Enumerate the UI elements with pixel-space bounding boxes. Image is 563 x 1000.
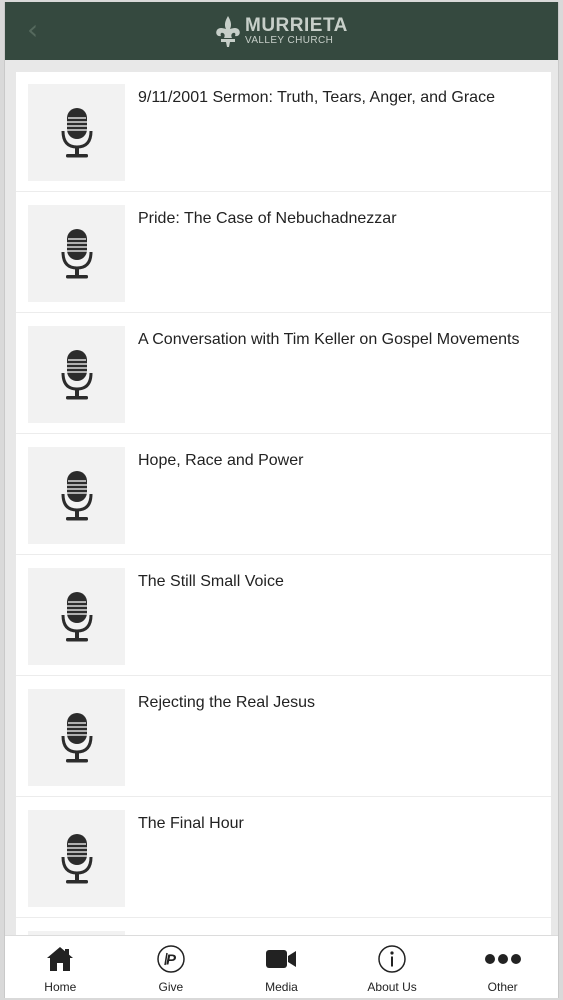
app-frame: ‹ MURRIETA VALLEY CHURCH 9/11/2001 Sermo…: [4, 2, 559, 998]
info-icon: [377, 944, 407, 974]
tab-other[interactable]: Other: [447, 936, 558, 998]
give-icon: P: [156, 944, 186, 974]
home-icon: [46, 944, 74, 974]
microphone-icon: [61, 228, 92, 278]
microphone-icon: [61, 591, 92, 641]
thumbnail: [28, 447, 125, 544]
list-item[interactable]: Hope, Race and Power: [16, 435, 551, 555]
list-item[interactable]: Rejecting the Real Jesus: [16, 677, 551, 797]
list-item[interactable]: A Conversation with Tim Keller on Gospel…: [16, 314, 551, 434]
tab-media[interactable]: Media: [226, 936, 337, 998]
microphone-icon: [61, 833, 92, 883]
thumbnail: [28, 568, 125, 665]
tab-label: Home: [44, 980, 77, 994]
thumbnail: [28, 84, 125, 181]
microphone-icon: [61, 107, 92, 157]
thumbnail: [28, 205, 125, 302]
tab-label: Give: [158, 980, 184, 994]
fleur-de-lis-icon: [216, 16, 240, 47]
list-item[interactable]: Pride: The Case of Nebuchadnezzar: [16, 193, 551, 313]
app-header: ‹ MURRIETA VALLEY CHURCH: [5, 2, 558, 60]
list-item[interactable]: The Final Hour: [16, 798, 551, 918]
thumbnail: [28, 810, 125, 907]
media-list: 9/11/2001 Sermon: Truth, Tears, Anger, a…: [16, 72, 551, 937]
tab-home[interactable]: Home: [5, 936, 116, 998]
item-title: The Final Hour: [138, 815, 244, 832]
item-title: 9/11/2001 Sermon: Truth, Tears, Anger, a…: [138, 89, 495, 106]
list-item[interactable]: 9/11/2001 Sermon: Truth, Tears, Anger, a…: [16, 72, 551, 192]
more-dots-icon: [484, 944, 522, 974]
thumbnail: [28, 689, 125, 786]
church-logo: MURRIETA VALLEY CHURCH: [213, 11, 355, 51]
list-item[interactable]: The Still Small Voice: [16, 556, 551, 676]
bottom-tab-bar: Home P Give Media About Us Other: [5, 935, 558, 998]
tab-give[interactable]: P Give: [116, 936, 227, 998]
thumbnail: [28, 326, 125, 423]
svg-text:P: P: [166, 952, 177, 969]
tab-label: Media: [265, 980, 298, 994]
tab-label: About Us: [367, 980, 417, 994]
video-camera-icon: [265, 944, 297, 974]
item-title: Hope, Race and Power: [138, 452, 304, 469]
item-title: The Still Small Voice: [138, 573, 284, 590]
microphone-icon: [61, 712, 92, 762]
item-title: Rejecting the Real Jesus: [138, 694, 315, 711]
item-title: Pride: The Case of Nebuchadnezzar: [138, 210, 397, 227]
tab-about-us[interactable]: About Us: [337, 936, 448, 998]
chevron-left-icon[interactable]: ‹: [27, 16, 51, 44]
logo-main-text: MURRIETA: [245, 15, 348, 36]
microphone-icon: [61, 470, 92, 520]
logo-sub-text: VALLEY CHURCH: [245, 35, 334, 46]
microphone-icon: [61, 349, 92, 399]
tab-label: Other: [487, 980, 518, 994]
item-title: A Conversation with Tim Keller on Gospel…: [138, 331, 520, 348]
